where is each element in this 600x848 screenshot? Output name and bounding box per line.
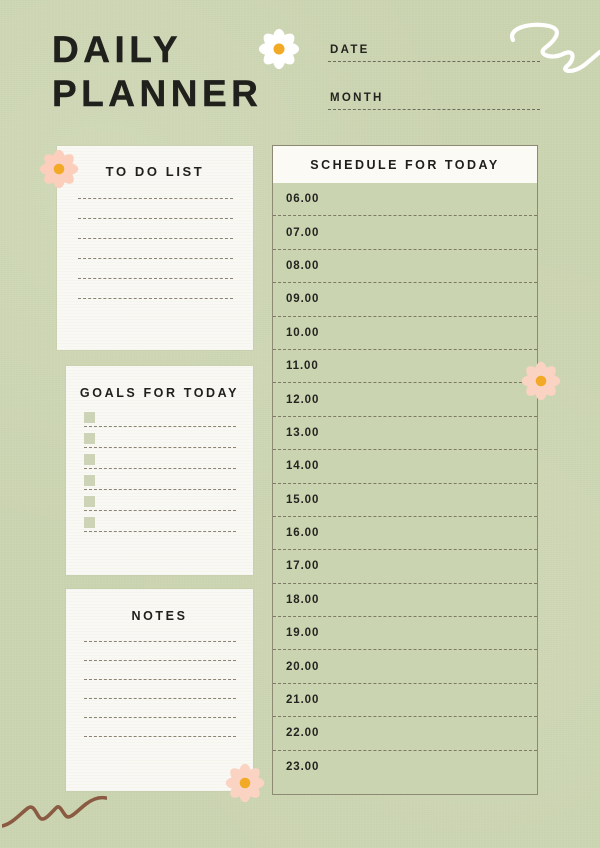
todo-list-line[interactable] [77,278,233,279]
notes-line[interactable] [83,698,236,699]
goal-checkbox[interactable] [83,454,95,465]
goal-line[interactable] [83,510,236,511]
todo-list-line[interactable] [77,258,233,259]
goals-rows [83,400,236,532]
schedule-slot-time: 12.00 [286,393,320,406]
schedule-slot[interactable]: 10.00 [273,317,537,350]
white-squiggle-top-right [505,18,600,83]
schedule-slot-time: 18.00 [286,593,320,606]
schedule-slot[interactable]: 09.00 [273,283,537,317]
schedule-slot-time: 15.00 [286,493,320,506]
todo-list-title: TO DO LIST [105,164,205,179]
goal-row [83,412,236,427]
goals-card: GOALS FOR TODAY [66,366,253,575]
goal-line[interactable] [83,531,236,532]
schedule-slot-time: 09.00 [286,293,320,306]
daisy-flower-todo [36,146,82,192]
month-field-rule[interactable] [328,109,540,110]
schedule-slot[interactable]: 17.00 [273,550,537,584]
goal-checkbox[interactable] [83,517,95,528]
schedule-slot-time: 21.00 [286,694,320,707]
schedule-slot-time: 23.00 [286,761,320,774]
schedule-slot-time: 13.00 [286,426,320,439]
schedule-slot-time: 06.00 [286,193,320,206]
schedule-slot[interactable]: 22.00 [273,717,537,751]
schedule-panel: SCHEDULE FOR TODAY 06.00 07.00 08.00 09.00 1… [272,145,538,795]
goal-line[interactable] [83,426,236,427]
todo-list-line[interactable] [77,298,233,299]
goal-row [83,433,236,448]
notes-line[interactable] [83,717,236,718]
page-title: DAILY PLANNER [52,29,263,114]
goal-checkbox[interactable] [83,412,95,423]
schedule-slot[interactable]: 13.00 [273,417,537,451]
schedule-slot[interactable]: 15.00 [273,484,537,517]
todo-list-line[interactable] [77,238,233,239]
goal-row [83,496,236,511]
schedule-slot[interactable]: 08.00 [273,250,537,284]
schedule-slot[interactable]: 06.00 [273,183,537,217]
schedule-slot[interactable]: 07.00 [273,216,537,250]
goals-title: GOALS FOR TODAY [79,386,240,400]
schedule-slot-time: 07.00 [286,226,320,239]
schedule-slot-time: 22.00 [286,727,320,740]
schedule-slot-time: 11.00 [286,360,319,373]
schedule-slot[interactable]: 19.00 [273,617,537,651]
goal-row [83,475,236,490]
notes-title: NOTES [131,609,188,623]
schedule-slot[interactable]: 20.00 [273,650,537,684]
planner-page: DAILY PLANNER DATE MONTH TO DO LIST GOAL… [0,0,600,848]
schedule-slot[interactable]: 12.00 [273,383,537,417]
goal-row [83,454,236,469]
notes-lines [83,623,236,737]
schedule-slot[interactable]: 23.00 [273,751,537,784]
daisy-flower-header [255,25,303,73]
todo-list-lines [77,179,233,299]
schedule-slot[interactable]: 21.00 [273,684,537,718]
schedule-slot-time: 17.00 [286,560,320,573]
notes-line[interactable] [83,736,236,737]
goal-line[interactable] [83,447,236,448]
goal-checkbox[interactable] [83,475,95,486]
notes-line[interactable] [83,660,236,661]
schedule-slot[interactable]: 16.00 [273,517,537,551]
month-field-label: MONTH [330,92,384,104]
schedule-title: SCHEDULE FOR TODAY [273,146,537,183]
goal-line[interactable] [83,468,236,469]
daisy-flower-notes [222,760,268,806]
schedule-slot[interactable]: 11.00 [273,350,537,384]
todo-list-card: TO DO LIST [57,146,253,350]
schedule-slot-time: 08.00 [286,259,320,272]
schedule-slot-time: 20.00 [286,660,320,673]
schedule-slot-time: 14.00 [286,460,320,473]
goal-row [83,517,236,532]
goal-checkbox[interactable] [83,433,95,444]
notes-line[interactable] [83,679,236,680]
schedule-slot-time: 10.00 [286,326,320,339]
schedule-slot[interactable]: 18.00 [273,584,537,618]
schedule-slot-time: 19.00 [286,627,320,640]
todo-list-line[interactable] [77,218,233,219]
schedule-slots: 06.00 07.00 08.00 09.00 10.00 11.00 12.00 13.00… [273,183,537,784]
schedule-slot-time: 16.00 [286,527,320,540]
todo-list-line[interactable] [77,198,233,199]
goal-line[interactable] [83,489,236,490]
schedule-slot[interactable]: 14.00 [273,450,537,484]
daisy-flower-schedule [518,358,564,404]
brown-squiggle-bottom-left [0,792,108,843]
notes-line[interactable] [83,641,236,642]
goal-checkbox[interactable] [83,496,95,507]
month-field[interactable]: MONTH [328,92,540,110]
